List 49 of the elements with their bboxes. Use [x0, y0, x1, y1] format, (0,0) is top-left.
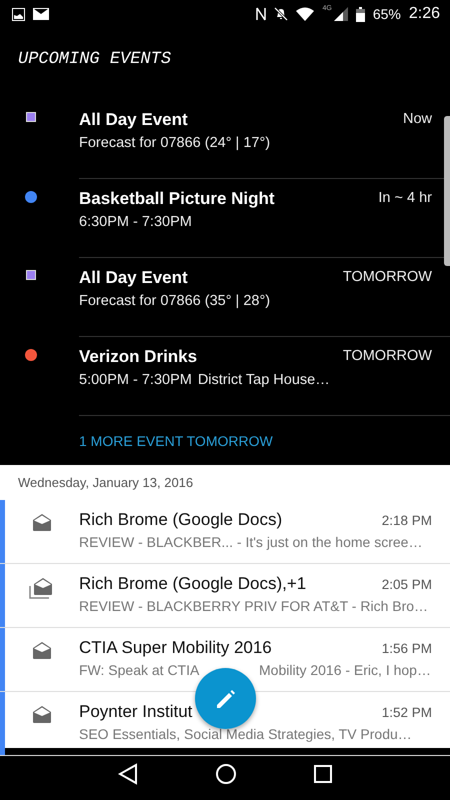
- sender-name: Rich Brome (Google Docs),+1: [79, 574, 306, 594]
- event-subtitle: 5:00PM - 7:30PM: [79, 372, 192, 388]
- mail-preview: REVIEW - BLACKBERRY PRIV FOR AT&T - Rich Bro…: [79, 598, 430, 614]
- mail-time: 1:52 PM: [382, 705, 432, 720]
- more-events-link[interactable]: 1 MORE EVENT TOMORROW: [79, 433, 273, 449]
- event-location: District Tap House…: [198, 372, 330, 388]
- mail-time: 2:18 PM: [382, 513, 432, 528]
- nfc-icon: [256, 7, 266, 21]
- event-title[interactable]: All Day Event: [79, 110, 403, 130]
- clock-time: 2:26: [408, 5, 440, 23]
- date-header: Wednesday, January 13, 2016: [17, 474, 194, 492]
- event-title[interactable]: Verizon Drinks: [79, 347, 343, 367]
- envelope-icon: [30, 640, 54, 662]
- battery-icon: [356, 6, 365, 22]
- envelope-icon: [30, 512, 54, 534]
- sender-name: Poynter Institut: [79, 702, 192, 722]
- event-subtitle: 6:30PM - 7:30PM: [79, 214, 192, 230]
- mail-preview: SEO Essentials, Social Media Strategies, TV Produ…: [79, 726, 413, 742]
- bell-off-icon: [274, 7, 288, 21]
- home-icon[interactable]: [214, 763, 237, 785]
- event-time: In ~ 4 hr: [378, 190, 432, 208]
- event-time: TOMORROW: [342, 348, 432, 366]
- scroll-bar[interactable]: [444, 116, 450, 266]
- sender-name: Rich Brome (Google Docs): [79, 510, 282, 530]
- picture-icon: [12, 8, 25, 20]
- mail-preview: REVIEW - BLACKBER... - It's just on the home scree…: [79, 534, 424, 550]
- event-title[interactable]: All Day Event: [79, 268, 343, 288]
- event-title[interactable]: Basketball Picture Night: [79, 189, 378, 209]
- mail-icon: [33, 8, 49, 20]
- event-time: TOMORROW: [342, 269, 432, 287]
- mail-preview: Mobility 2016 - Eric, I hop…: [259, 662, 432, 678]
- sender-name: CTIA Super Mobility 2016: [79, 638, 272, 658]
- pencil-icon: [214, 688, 236, 710]
- envelope-icon: [30, 704, 54, 726]
- mail-item[interactable]: Rich Brome (Google Docs) 2:18 PM REVIEW - BLACKBER... - It's just on the home scree…: [0, 500, 450, 564]
- mail-preview: FW: Speak at CTIA: [79, 662, 200, 678]
- recents-icon[interactable]: [314, 765, 332, 783]
- event-subtitle: Forecast for 07866 (24° | 17°): [79, 135, 270, 151]
- stacked-envelopes-icon: [29, 576, 55, 600]
- signal-icon: [334, 7, 348, 21]
- back-icon[interactable]: [118, 763, 138, 785]
- mail-time: 2:05 PM: [382, 577, 432, 592]
- battery-percent: 65%: [372, 6, 401, 22]
- mail-time: 1:56 PM: [382, 641, 432, 656]
- event-time: Now: [402, 111, 432, 129]
- wifi-icon: [296, 7, 314, 21]
- section-title: UPCOMING EVENTS: [17, 49, 172, 71]
- mail-item[interactable]: Rich Brome (Google Docs),+1 2:05 PM REVIEW - BLACKBERRY PRIV FOR AT&T - Rich Bro…: [0, 564, 450, 628]
- event-subtitle: Forecast for 07866 (35° | 28°): [79, 293, 270, 309]
